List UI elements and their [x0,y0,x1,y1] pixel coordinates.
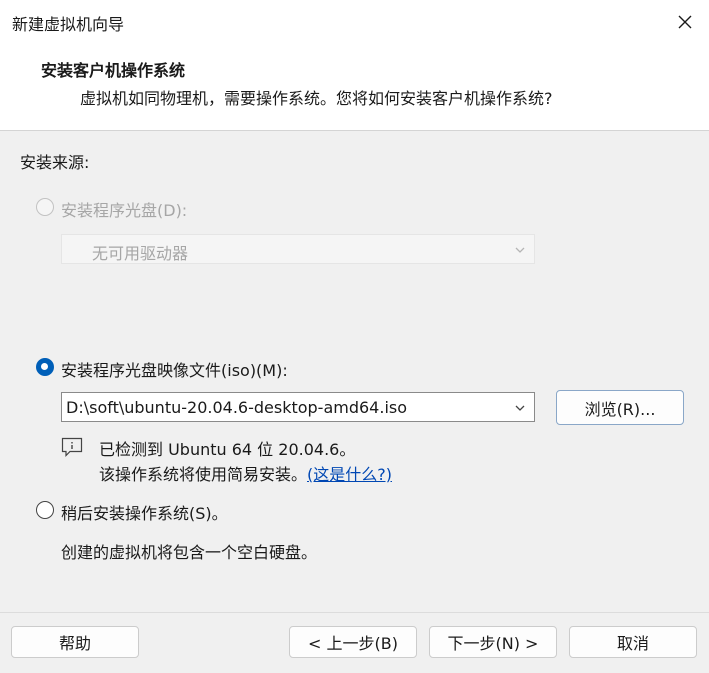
page-subtitle: 虚拟机如同物理机，需要操作系统。您将如何安装客户机操作系统? [80,89,553,108]
iso-path-value: D:\soft\ubuntu-20.04.6-desktop-amd64.iso [66,398,408,417]
back-button[interactable]: < 上一步(B) [289,626,417,658]
install-later-label: 稍后安装操作系统(S)。 [61,504,228,523]
close-button[interactable] [661,0,709,44]
detected-os-text: 已检测到 Ubuntu 64 位 20.04.6。 [99,440,356,459]
radio-install-later[interactable] [36,501,54,519]
info-icon [61,437,83,457]
radio-installer-disc[interactable] [36,198,54,216]
install-source-label: 安装来源: [20,153,90,172]
iso-file-label: 安装程序光盘映像文件(iso)(M): [61,361,288,380]
wizard-header: 安装客户机操作系统 虚拟机如同物理机，需要操作系统。您将如何安装客户机操作系统? [0,44,709,131]
radio-iso-file[interactable] [36,358,54,376]
title-bar: 新建虚拟机向导 [0,0,709,44]
installer-disc-label: 安装程序光盘(D): [61,201,188,220]
whats-this-link[interactable]: (这是什么?) [307,465,392,484]
easy-install-note: 该操作系统将使用简易安装。 [99,465,308,484]
cancel-button[interactable]: 取消 [569,626,697,658]
blank-disk-description: 创建的虚拟机将包含一个空白硬盘。 [61,543,318,562]
disc-drive-dropdown[interactable]: 无可用驱动器 [61,234,535,264]
chevron-down-icon [515,405,525,411]
close-icon [678,15,692,29]
browse-button[interactable]: 浏览(R)... [556,390,684,425]
window-title: 新建虚拟机向导 [12,15,125,34]
page-title: 安装客户机操作系统 [41,61,186,80]
iso-path-combobox[interactable]: D:\soft\ubuntu-20.04.6-desktop-amd64.iso [61,392,535,422]
help-button[interactable]: 帮助 [11,626,139,658]
chevron-down-icon [515,247,525,253]
next-button[interactable]: 下一步(N) > [429,626,557,658]
disc-drive-value: 无可用驱动器 [92,244,189,263]
footer-divider [0,612,709,613]
easy-install-text: 该操作系统将使用简易安装。(这是什么?) [99,461,392,485]
